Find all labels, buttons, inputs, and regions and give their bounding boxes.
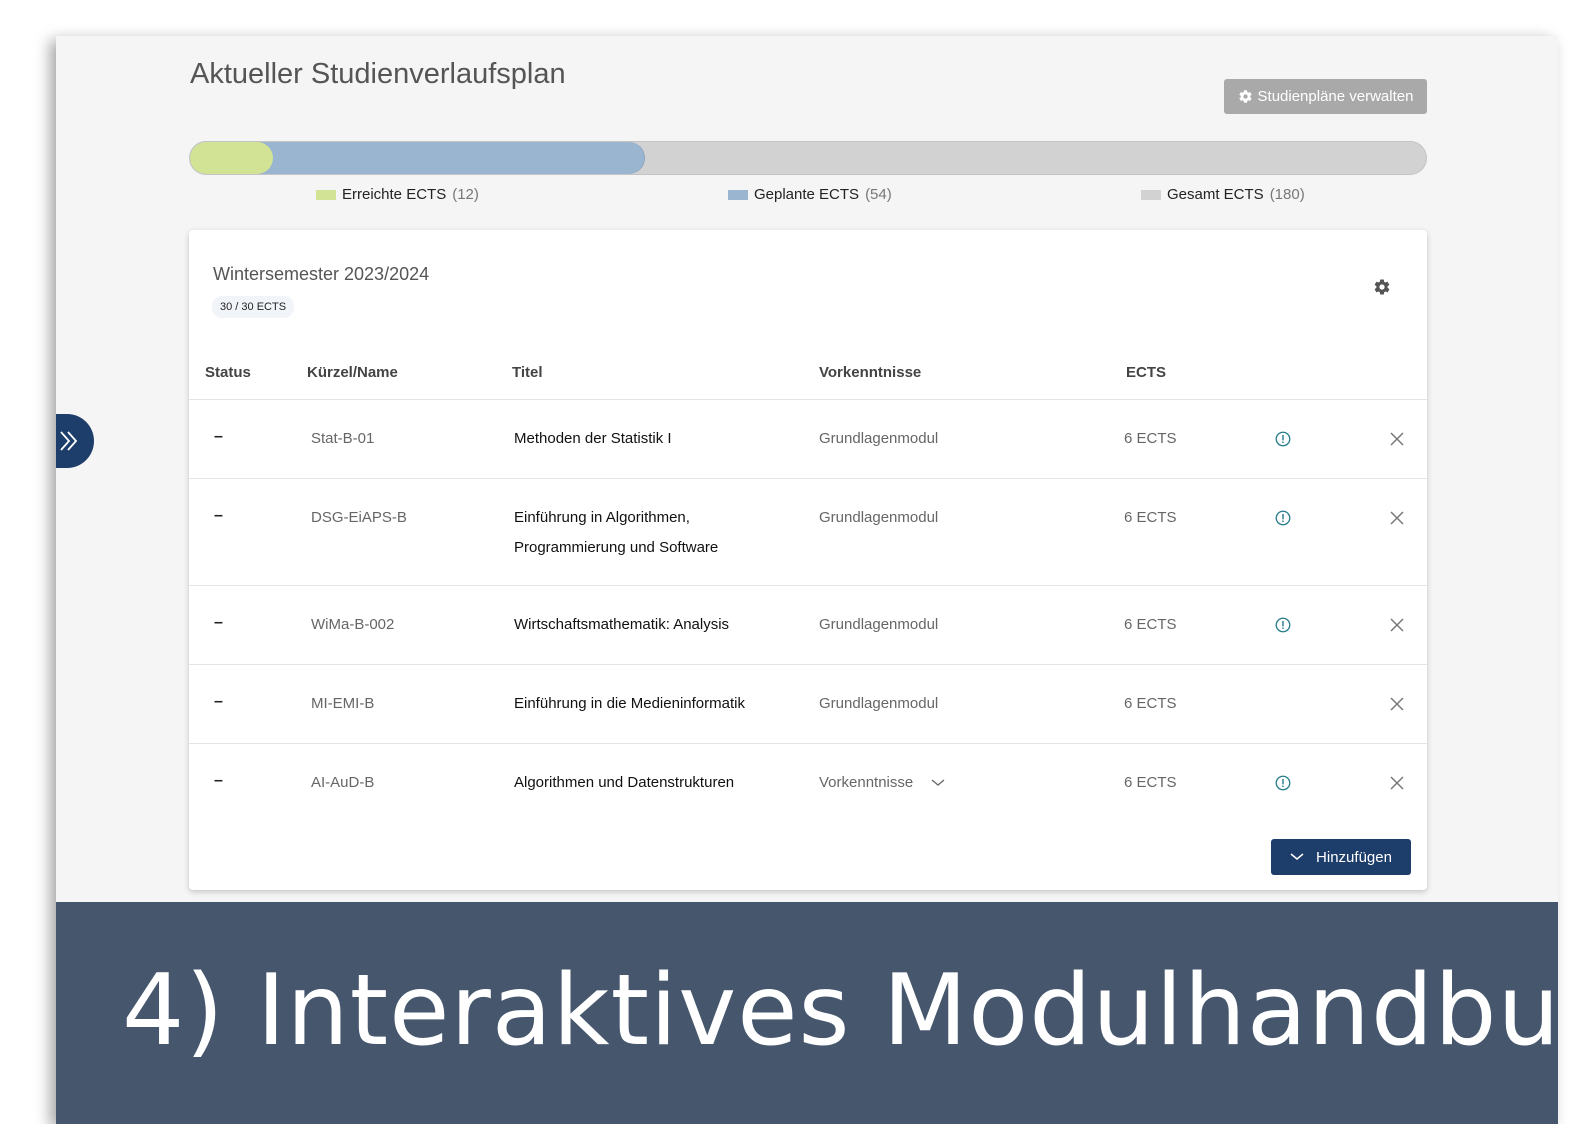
module-title: Einführung in Algorithmen, Programmierun… [514, 509, 719, 556]
module-prereq-label: Grundlagenmodul [819, 616, 939, 633]
module-prereq-dropdown[interactable]: Vorkenntnisse [819, 774, 945, 791]
add-button-label: Hinzufügen [1316, 848, 1392, 866]
ects-progress-bar [189, 141, 1427, 175]
manage-study-plans-button[interactable]: Studienpläne verwalten [1224, 79, 1427, 114]
module-code: Stat-B-01 [311, 430, 375, 447]
module-prereq-label: Grundlagenmodul [819, 509, 939, 526]
module-code: MI-EMI-B [311, 695, 375, 712]
legend-swatch-total [1141, 189, 1161, 200]
module-title: Methoden der Statistik I [514, 430, 672, 447]
column-header-title: Titel [512, 364, 543, 381]
module-prereq: Grundlagenmodul [819, 695, 938, 712]
chevron-down-icon [1290, 853, 1304, 860]
module-prereq-label: Grundlagenmodul [819, 430, 939, 447]
module-prereq-label: Vorkenntnisse [819, 774, 914, 791]
module-ects: 6 ECTS [1124, 616, 1177, 633]
legend-swatch-planned [728, 189, 748, 200]
gear-icon [1238, 90, 1252, 103]
legend-reached-count: (12) [452, 186, 479, 203]
info-icon[interactable] [1274, 509, 1292, 527]
status-indicator: – [214, 614, 223, 631]
legend-reached: Erreichte ECTS (12) [316, 186, 479, 203]
table-row[interactable]: – DSG-EiAPS-B Einführung in Algorithmen,… [189, 478, 1427, 586]
chevron-down-icon [931, 779, 945, 786]
legend-planned-label: Geplante ECTS [754, 186, 860, 203]
status-indicator: – [214, 507, 223, 524]
column-header-prereq: Vorkenntnisse [819, 364, 922, 381]
info-icon[interactable] [1274, 774, 1292, 792]
semester-title: Wintersemester 2023/2024 [213, 264, 430, 284]
module-ects: 6 ECTS [1124, 430, 1177, 447]
module-prereq: Grundlagenmodul [819, 616, 938, 633]
module-ects: 6 ECTS [1124, 509, 1177, 526]
module-ects: 6 ECTS [1124, 774, 1177, 791]
legend-planned: Geplante ECTS (54) [728, 186, 892, 203]
add-module-button[interactable]: Hinzufügen [1271, 839, 1411, 875]
module-code: AI-AuD-B [311, 774, 375, 791]
module-title: Algorithmen und Datenstrukturen [514, 774, 735, 791]
remove-close-icon[interactable] [1389, 775, 1405, 791]
column-header-ects: ECTS [1126, 364, 1167, 381]
table-row[interactable]: – MI-EMI-B Einführung in die Medieninfor… [189, 664, 1427, 744]
module-prereq-label: Grundlagenmodul [819, 695, 939, 712]
remove-close-icon[interactable] [1389, 431, 1405, 447]
legend-swatch-reached [316, 189, 336, 200]
info-icon[interactable] [1274, 430, 1292, 448]
column-header-status: Status [205, 364, 251, 381]
status-indicator: – [214, 693, 223, 710]
module-ects: 6 ECTS [1124, 695, 1177, 712]
legend-total-label: Gesamt ECTS [1167, 186, 1264, 203]
remove-close-icon[interactable] [1389, 510, 1405, 526]
legend-total: Gesamt ECTS (180) [1141, 186, 1305, 203]
semester-settings-gear-icon[interactable] [1373, 278, 1391, 296]
table-row[interactable]: – Stat-B-01 Methoden der Statistik I Gru… [189, 399, 1427, 479]
semester-card: Wintersemester 2023/2024 30 / 30 ECTS St… [189, 230, 1427, 890]
status-indicator: – [214, 772, 223, 789]
module-prereq: Grundlagenmodul [819, 430, 938, 447]
app-window: Aktueller Studienverlaufsplan Studienplä… [56, 36, 1558, 1124]
sidebar-expand-toggle[interactable] [56, 414, 94, 468]
page-title: Aktueller Studienverlaufsplan [190, 58, 566, 90]
module-code: DSG-EiAPS-B [311, 509, 407, 526]
legend-reached-label: Erreichte ECTS [342, 186, 447, 203]
legend-planned-count: (54) [865, 186, 892, 203]
semester-ects-badge: 30 / 30 ECTS [212, 296, 295, 318]
status-indicator: – [214, 428, 223, 445]
module-code: WiMa-B-002 [311, 616, 395, 633]
manage-button-label: Studienpläne verwalten [1257, 88, 1414, 105]
reached-ects-fill [190, 142, 273, 174]
double-chevron-right-icon [60, 431, 78, 451]
module-prereq: Grundlagenmodul [819, 509, 938, 526]
module-title: Einführung in die Medieninformatik [514, 695, 745, 712]
legend-total-count: (180) [1269, 186, 1305, 203]
banner-caption: 4) Interaktives Modulhandbuch [122, 954, 1558, 1068]
column-header-code: Kürzel/Name [307, 364, 398, 381]
table-row[interactable]: – AI-AuD-B Algorithmen und Datenstruktur… [189, 743, 1427, 823]
remove-close-icon[interactable] [1389, 617, 1405, 633]
module-title: Wirtschaftsmathematik: Analysis [514, 616, 730, 633]
table-row[interactable]: – WiMa-B-002 Wirtschaftsmathematik: Anal… [189, 585, 1427, 665]
info-icon[interactable] [1274, 616, 1292, 634]
remove-close-icon[interactable] [1389, 696, 1405, 712]
caption-banner: 4) Interaktives Modulhandbuch [56, 902, 1558, 1124]
